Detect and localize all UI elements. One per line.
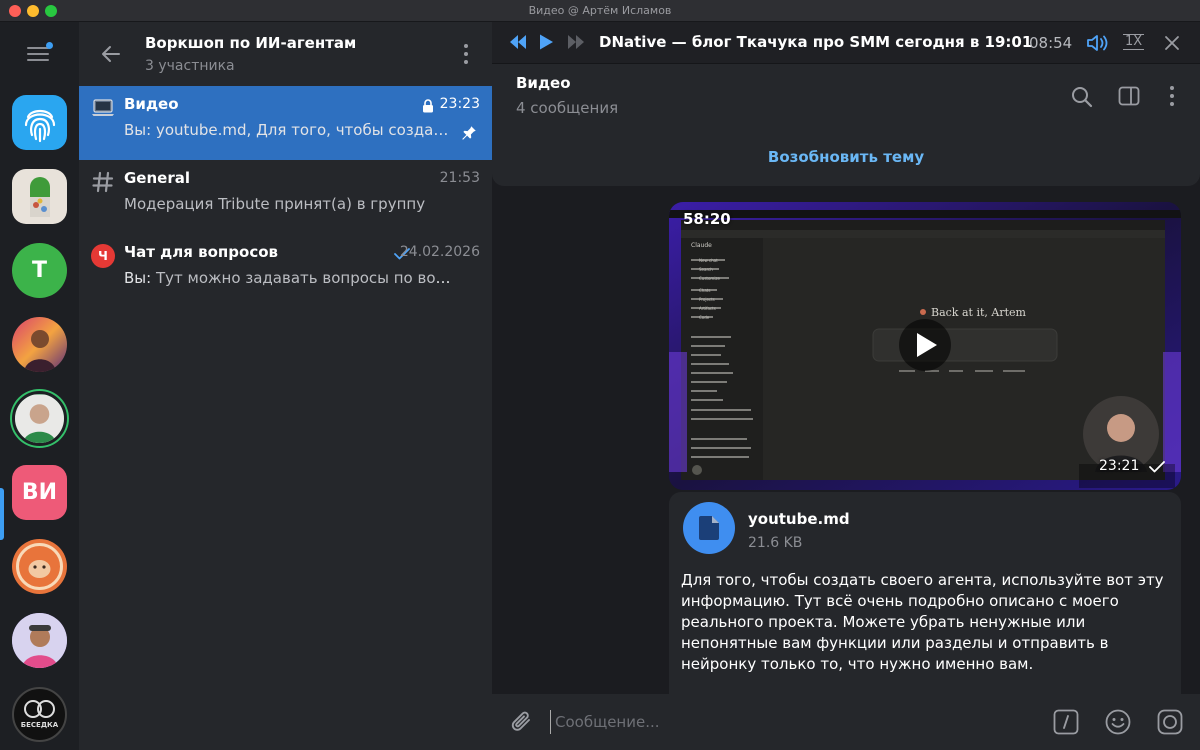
playback-speed-button[interactable]: 1X (1123, 34, 1145, 50)
fast-forward-icon[interactable] (566, 33, 586, 51)
fingerprint-icon (24, 109, 55, 142)
claude-sidebar-item: Customize (699, 276, 720, 281)
bot-commands-icon[interactable] (1053, 709, 1079, 735)
claude-sidebar-item: Chats (699, 288, 711, 293)
laptop-icon (92, 99, 114, 116)
group-vi-avatar[interactable]: ВИ (12, 465, 67, 520)
chat-item-name: Видео (124, 95, 179, 113)
read-check-icon (1149, 461, 1165, 473)
chat-item-preview: Вы: youtube.md, Для того, чтобы создать … (124, 121, 454, 139)
player-time: 08:54 (1029, 34, 1073, 52)
chat-panel: DNative — блог Ткачука про SMM сегодня в… (492, 22, 1200, 750)
fingerprint-folder-avatar[interactable] (12, 95, 67, 150)
media-player-bar: DNative — блог Ткачука про SMM сегодня в… (492, 22, 1200, 64)
person-silhouette-icon (12, 613, 67, 668)
folder-rail: T ВИ БЕСЕДКА (0, 22, 79, 750)
attach-icon[interactable] (510, 709, 534, 735)
chat-item-video[interactable]: Видео 23:23 Вы: youtube.md, Для того, чт… (79, 86, 492, 160)
letter-t-avatar[interactable]: T (12, 243, 67, 298)
video-thumbnail (669, 202, 1181, 490)
topic-message-count: 4 сообщения (516, 99, 619, 117)
chat-item-general[interactable]: General 21:53 Модерация Tribute принят(а… (79, 160, 492, 234)
menu-icon[interactable] (27, 42, 53, 64)
hash-icon (92, 171, 114, 193)
photo-avatar-1[interactable] (12, 317, 67, 372)
preview-sender: Вы: (124, 121, 152, 139)
claude-app-label: Claude (691, 242, 712, 249)
claude-greeting: Back at it, Artem (931, 306, 1026, 319)
chat-item-preview: Вы: Тут можно задавать вопросы по воркшо… (124, 269, 454, 287)
chat-item-time: 24.02.2026 (399, 244, 480, 260)
document-icon[interactable] (683, 502, 735, 554)
play-icon[interactable] (537, 33, 555, 51)
topic-more-icon[interactable] (1170, 86, 1174, 106)
preview-text: Тут можно задавать вопросы по воркшопу (155, 269, 454, 287)
claude-sidebar-items: New chat Search Customize Chats Projects… (699, 256, 759, 322)
claude-sidebar-item: Search (699, 267, 713, 272)
claude-sidebar-item: New chat (699, 258, 718, 263)
message-area: Claude New chat Search Customize Chats P… (492, 186, 1200, 702)
photo-avatar-3[interactable] (12, 539, 67, 594)
resume-topic-button[interactable]: Возобновить тему (492, 148, 1200, 166)
window-titlebar: Видео @ Артём Исламов (0, 0, 1200, 22)
volume-icon[interactable] (1086, 33, 1110, 53)
lock-icon (423, 99, 433, 113)
video-duration: 58:20 (683, 210, 731, 228)
claude-sidebar-item: Code (699, 315, 710, 320)
sidebar-toggle-icon[interactable] (1118, 86, 1140, 106)
video-sent-time: 23:21 (1099, 458, 1140, 474)
claude-sidebar-item: Artifacts (699, 306, 716, 311)
person-silhouette-icon (24, 330, 56, 372)
besedka-label: БЕСЕДКА (20, 721, 59, 729)
chat-item-time: 21:53 (439, 170, 480, 186)
chat-item-time: 23:23 (439, 96, 480, 112)
chat-item-questions[interactable]: Ч Чат для вопросов 24.02.2026 Вы: Тут мо… (79, 234, 492, 308)
notification-dot (46, 42, 53, 49)
video-message[interactable]: Claude New chat Search Customize Chats P… (669, 202, 1181, 490)
photo-avatar-4[interactable] (12, 613, 67, 668)
resume-topic-bar: Возобновить тему (492, 128, 1200, 186)
question-icon: Ч (91, 244, 115, 268)
photo-avatar-2[interactable] (12, 391, 67, 446)
pin-icon (462, 126, 476, 140)
video-message-icon[interactable] (1157, 709, 1183, 735)
rewind-icon[interactable] (508, 33, 528, 51)
person-silhouette-icon (15, 394, 64, 443)
search-icon[interactable] (1071, 86, 1093, 108)
animal-emblem-icon (16, 543, 63, 590)
active-folder-indicator (0, 488, 4, 540)
topic-title[interactable]: Видео (516, 74, 571, 92)
back-arrow-icon[interactable] (99, 42, 123, 66)
claude-sidebar-item: Projects (699, 297, 715, 302)
preview-text: Модерация Tribute принят(а) в группу (124, 195, 426, 213)
group-title[interactable]: Воркшоп по ИИ-агентам (145, 34, 356, 52)
chat-item-name: General (124, 169, 190, 187)
file-name[interactable]: youtube.md (748, 510, 850, 528)
more-options-icon[interactable] (464, 44, 468, 64)
besedka-avatar[interactable]: БЕСЕДКА (12, 687, 67, 742)
topic-header: Видео 4 сообщения (492, 64, 1200, 128)
preview-text: youtube.md, Для того, чтобы создать свое… (155, 121, 454, 139)
message-composer (492, 694, 1200, 750)
chat-list-panel: Воркшоп по ИИ-агентам 3 участника Видео … (79, 22, 492, 750)
emoji-icon[interactable] (1105, 709, 1131, 735)
bench-icon (24, 700, 55, 718)
group-member-count: 3 участника (145, 58, 235, 74)
chat-item-preview: Модерация Tribute принят(а) в группу (124, 195, 454, 213)
pill-icon (29, 176, 50, 217)
window-title: Видео @ Артём Исламов (528, 4, 672, 17)
chat-item-name: Чат для вопросов (124, 243, 279, 261)
group-header: Воркшоп по ИИ-агентам 3 участника (79, 22, 492, 86)
message-input[interactable] (550, 710, 1030, 734)
close-player-icon[interactable] (1164, 35, 1180, 51)
player-track-title[interactable]: DNative — блог Ткачука про SMM сегодня в… (599, 33, 1032, 51)
file-size: 21.6 KB (748, 535, 803, 551)
preview-sender: Вы: (124, 269, 152, 287)
pill-avatar[interactable] (12, 169, 67, 224)
message-text: Для того, чтобы создать своего агента, и… (681, 571, 1164, 673)
file-message: youtube.md 21.6 KB Для того, чтобы созда… (669, 492, 1181, 702)
